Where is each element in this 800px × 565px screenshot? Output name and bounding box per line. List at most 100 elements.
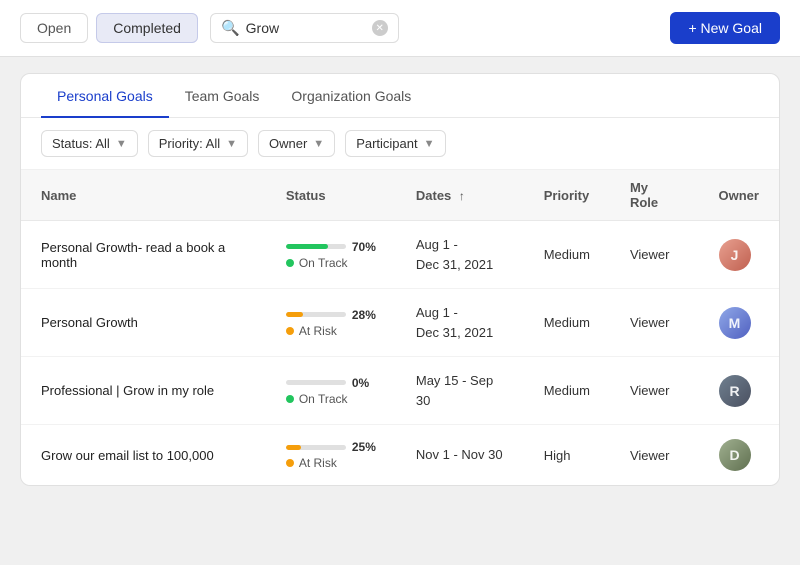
- status-label: At Risk: [299, 456, 337, 470]
- goal-priority-cell: Medium: [524, 221, 610, 289]
- col-status: Status: [266, 170, 396, 221]
- filter-owner[interactable]: Owner ▼: [258, 130, 335, 157]
- col-name: Name: [21, 170, 266, 221]
- goal-dates: Aug 1 -Dec 31, 2021: [416, 303, 504, 342]
- goal-owner-cell: R: [699, 357, 780, 425]
- goal-name-cell[interactable]: Grow our email list to 100,000: [21, 425, 266, 486]
- progress-percent: 28%: [352, 308, 376, 322]
- status-dot: [286, 459, 294, 467]
- table-row: Grow our email list to 100,000 25% At Ri…: [21, 425, 779, 486]
- goal-name: Grow our email list to 100,000: [41, 448, 214, 463]
- goal-priority: High: [544, 448, 571, 463]
- status-dot: [286, 259, 294, 267]
- main-area: Personal Goals Team Goals Organization G…: [0, 57, 800, 502]
- search-input[interactable]: [246, 20, 366, 36]
- goal-role-cell: Viewer: [610, 425, 699, 486]
- status-dot: [286, 327, 294, 335]
- filters-row: Status: All ▼ Priority: All ▼ Owner ▼ Pa…: [21, 118, 779, 170]
- goal-priority-cell: Medium: [524, 357, 610, 425]
- tab-personal-goals[interactable]: Personal Goals: [41, 74, 169, 118]
- status-label: On Track: [299, 392, 348, 406]
- avatar-initial: R: [719, 375, 751, 407]
- goal-name: Professional | Grow in my role: [41, 383, 214, 398]
- goal-name: Personal Growth: [41, 315, 138, 330]
- goal-status-cell: 28% At Risk: [266, 289, 396, 357]
- goal-dates: Aug 1 -Dec 31, 2021: [416, 235, 504, 274]
- goal-dates-cell: Aug 1 -Dec 31, 2021: [396, 221, 524, 289]
- goal-priority: Medium: [544, 315, 590, 330]
- goal-status-cell: 0% On Track: [266, 357, 396, 425]
- progress-percent: 0%: [352, 376, 369, 390]
- table-row: Personal Growth- read a book a month 70%…: [21, 221, 779, 289]
- chevron-down-icon: ▼: [226, 138, 237, 150]
- chevron-down-icon: ▼: [116, 138, 127, 150]
- progress-bar-fill: [286, 312, 303, 317]
- goal-owner-cell: M: [699, 289, 780, 357]
- progress-percent: 25%: [352, 440, 376, 454]
- clear-search-icon[interactable]: ✕: [372, 20, 388, 36]
- progress-bar: [286, 380, 346, 385]
- open-tab[interactable]: Open: [20, 13, 88, 43]
- goal-priority-cell: Medium: [524, 289, 610, 357]
- goal-role: Viewer: [630, 383, 670, 398]
- table-row: Personal Growth 28% At Risk Aug 1 -Dec 3…: [21, 289, 779, 357]
- goal-priority: Medium: [544, 383, 590, 398]
- goal-priority-cell: High: [524, 425, 610, 486]
- goal-dates: May 15 - Sep 30: [416, 371, 504, 410]
- goal-dates-cell: May 15 - Sep 30: [396, 357, 524, 425]
- col-priority: Priority: [524, 170, 610, 221]
- chevron-down-icon: ▼: [424, 138, 435, 150]
- completed-tab[interactable]: Completed: [96, 13, 198, 43]
- goal-owner-cell: J: [699, 221, 780, 289]
- avatar: D: [719, 439, 751, 471]
- goals-table: Name Status Dates ↑ Priority My Role Own…: [21, 170, 779, 485]
- filter-status-label: Status: All: [52, 136, 110, 151]
- status-dot: [286, 395, 294, 403]
- goal-dates-cell: Nov 1 - Nov 30: [396, 425, 524, 486]
- avatar: M: [719, 307, 751, 339]
- table-row: Professional | Grow in my role 0% On Tra…: [21, 357, 779, 425]
- search-icon: 🔍: [221, 19, 240, 37]
- filter-participant[interactable]: Participant ▼: [345, 130, 445, 157]
- goals-card: Personal Goals Team Goals Organization G…: [20, 73, 780, 486]
- new-goal-button[interactable]: + New Goal: [670, 12, 780, 44]
- goal-role-cell: Viewer: [610, 221, 699, 289]
- top-bar: Open Completed 🔍 ✕ + New Goal: [0, 0, 800, 57]
- goal-role: Viewer: [630, 247, 670, 262]
- progress-bar: [286, 312, 346, 317]
- goal-name-cell[interactable]: Personal Growth: [21, 289, 266, 357]
- progress-bar-fill: [286, 445, 301, 450]
- goal-dates-cell: Aug 1 -Dec 31, 2021: [396, 289, 524, 357]
- goal-role-cell: Viewer: [610, 357, 699, 425]
- goal-name-cell[interactable]: Professional | Grow in my role: [21, 357, 266, 425]
- filter-status[interactable]: Status: All ▼: [41, 130, 138, 157]
- status-label: At Risk: [299, 324, 337, 338]
- status-label: On Track: [299, 256, 348, 270]
- avatar: J: [719, 239, 751, 271]
- filter-priority-label: Priority: All: [159, 136, 220, 151]
- goal-status-cell: 70% On Track: [266, 221, 396, 289]
- avatar: R: [719, 375, 751, 407]
- avatar-initial: D: [719, 439, 751, 471]
- progress-percent: 70%: [352, 240, 376, 254]
- sort-asc-icon: ↑: [459, 189, 465, 203]
- tab-organization-goals[interactable]: Organization Goals: [275, 74, 427, 118]
- progress-bar: [286, 445, 346, 450]
- goal-name: Personal Growth- read a book a month: [41, 240, 225, 270]
- goal-role: Viewer: [630, 448, 670, 463]
- progress-bar: [286, 244, 346, 249]
- col-dates[interactable]: Dates ↑: [396, 170, 524, 221]
- goal-name-cell[interactable]: Personal Growth- read a book a month: [21, 221, 266, 289]
- goal-priority: Medium: [544, 247, 590, 262]
- table-header-row: Name Status Dates ↑ Priority My Role Own…: [21, 170, 779, 221]
- avatar-initial: M: [719, 307, 751, 339]
- goal-role: Viewer: [630, 315, 670, 330]
- filter-priority[interactable]: Priority: All ▼: [148, 130, 248, 157]
- tab-team-goals[interactable]: Team Goals: [169, 74, 276, 118]
- col-my-role: My Role: [610, 170, 699, 221]
- col-owner: Owner: [699, 170, 780, 221]
- goal-dates: Nov 1 - Nov 30: [416, 445, 504, 465]
- avatar-initial: J: [719, 239, 751, 271]
- goal-tabs: Personal Goals Team Goals Organization G…: [21, 74, 779, 118]
- goal-owner-cell: D: [699, 425, 780, 486]
